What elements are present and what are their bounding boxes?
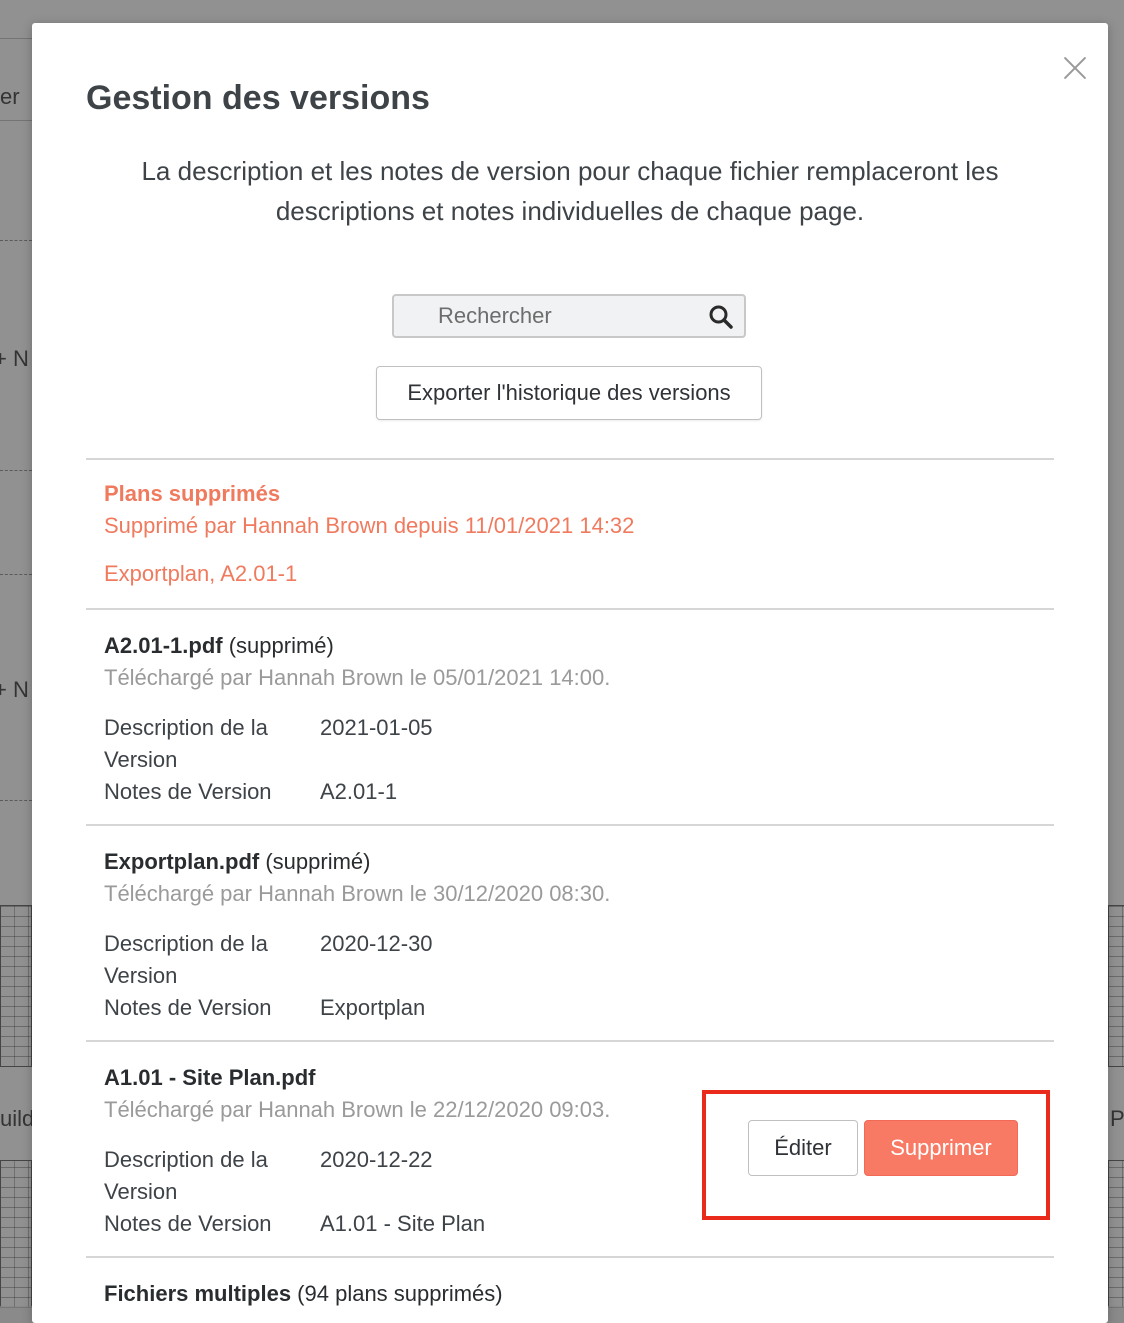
deleted-plans-info: Supprimé par Hannah Brown depuis 11/01/2… (104, 513, 635, 538)
file-name: A2.01-1.pdf (104, 633, 223, 658)
delete-button[interactable]: Supprimer (864, 1120, 1018, 1176)
file-status: (94 plans supprimés) (291, 1281, 503, 1306)
modal-title: Gestion des versions (86, 79, 430, 117)
version-notes-label: Notes de Version (104, 1211, 272, 1236)
version-notes-label: Notes de Version (104, 779, 272, 804)
version-management-modal: Gestion des versions La description et l… (32, 23, 1108, 1323)
file-upload-info: Téléchargé par Hannah Brown le 30/12/202… (104, 881, 611, 906)
deleted-plans-list: Exportplan, A2.01-1 (104, 561, 298, 586)
file-upload-info: Téléchargé par Hannah Brown le 22/12/202… (104, 1097, 611, 1122)
version-description-label: Description de la Version (104, 715, 268, 772)
export-version-history-button[interactable]: Exporter l'historique des versions (376, 366, 762, 420)
file-name: A1.01 - Site Plan.pdf (104, 1065, 316, 1090)
divider (86, 458, 1054, 460)
close-icon[interactable] (1060, 53, 1090, 83)
divider (86, 1040, 1054, 1042)
version-description-value: 2021-01-05 (320, 715, 433, 740)
search-box (392, 294, 746, 338)
version-notes-value: A1.01 - Site Plan (320, 1211, 486, 1236)
search-input[interactable] (394, 296, 694, 336)
file-upload-info: Téléchargé par Hannah Brown le 05/01/202… (104, 665, 611, 690)
file-status: (supprimé) (259, 849, 371, 874)
version-notes-value: Exportplan (320, 995, 426, 1020)
edit-button[interactable]: Éditer (748, 1120, 858, 1176)
version-notes-label: Notes de Version (104, 995, 272, 1020)
version-description-value: 2020-12-30 (320, 931, 433, 956)
deleted-plans-title: Plans supprimés (104, 481, 281, 506)
file-title: A1.01 - Site Plan.pdf (104, 1065, 316, 1091)
modal-description: La description et les notes de version p… (141, 156, 999, 226)
divider (86, 608, 1054, 610)
version-description-value: 2020-12-22 (320, 1147, 433, 1172)
file-title: Fichiers multiples (94 plans supprimés) (104, 1281, 503, 1307)
version-description-label: Description de la Version (104, 1147, 268, 1204)
file-title: A2.01-1.pdf (supprimé) (104, 633, 334, 659)
search-icon[interactable] (708, 304, 734, 330)
version-notes-value: A2.01-1 (320, 779, 398, 804)
file-name: Fichiers multiples (104, 1281, 292, 1306)
file-name: Exportplan.pdf (104, 849, 260, 874)
version-description-label: Description de la Version (104, 931, 268, 988)
file-status: (supprimé) (222, 633, 334, 658)
divider (86, 1256, 1054, 1258)
file-title: Exportplan.pdf (supprimé) (104, 849, 370, 875)
divider (86, 824, 1054, 826)
